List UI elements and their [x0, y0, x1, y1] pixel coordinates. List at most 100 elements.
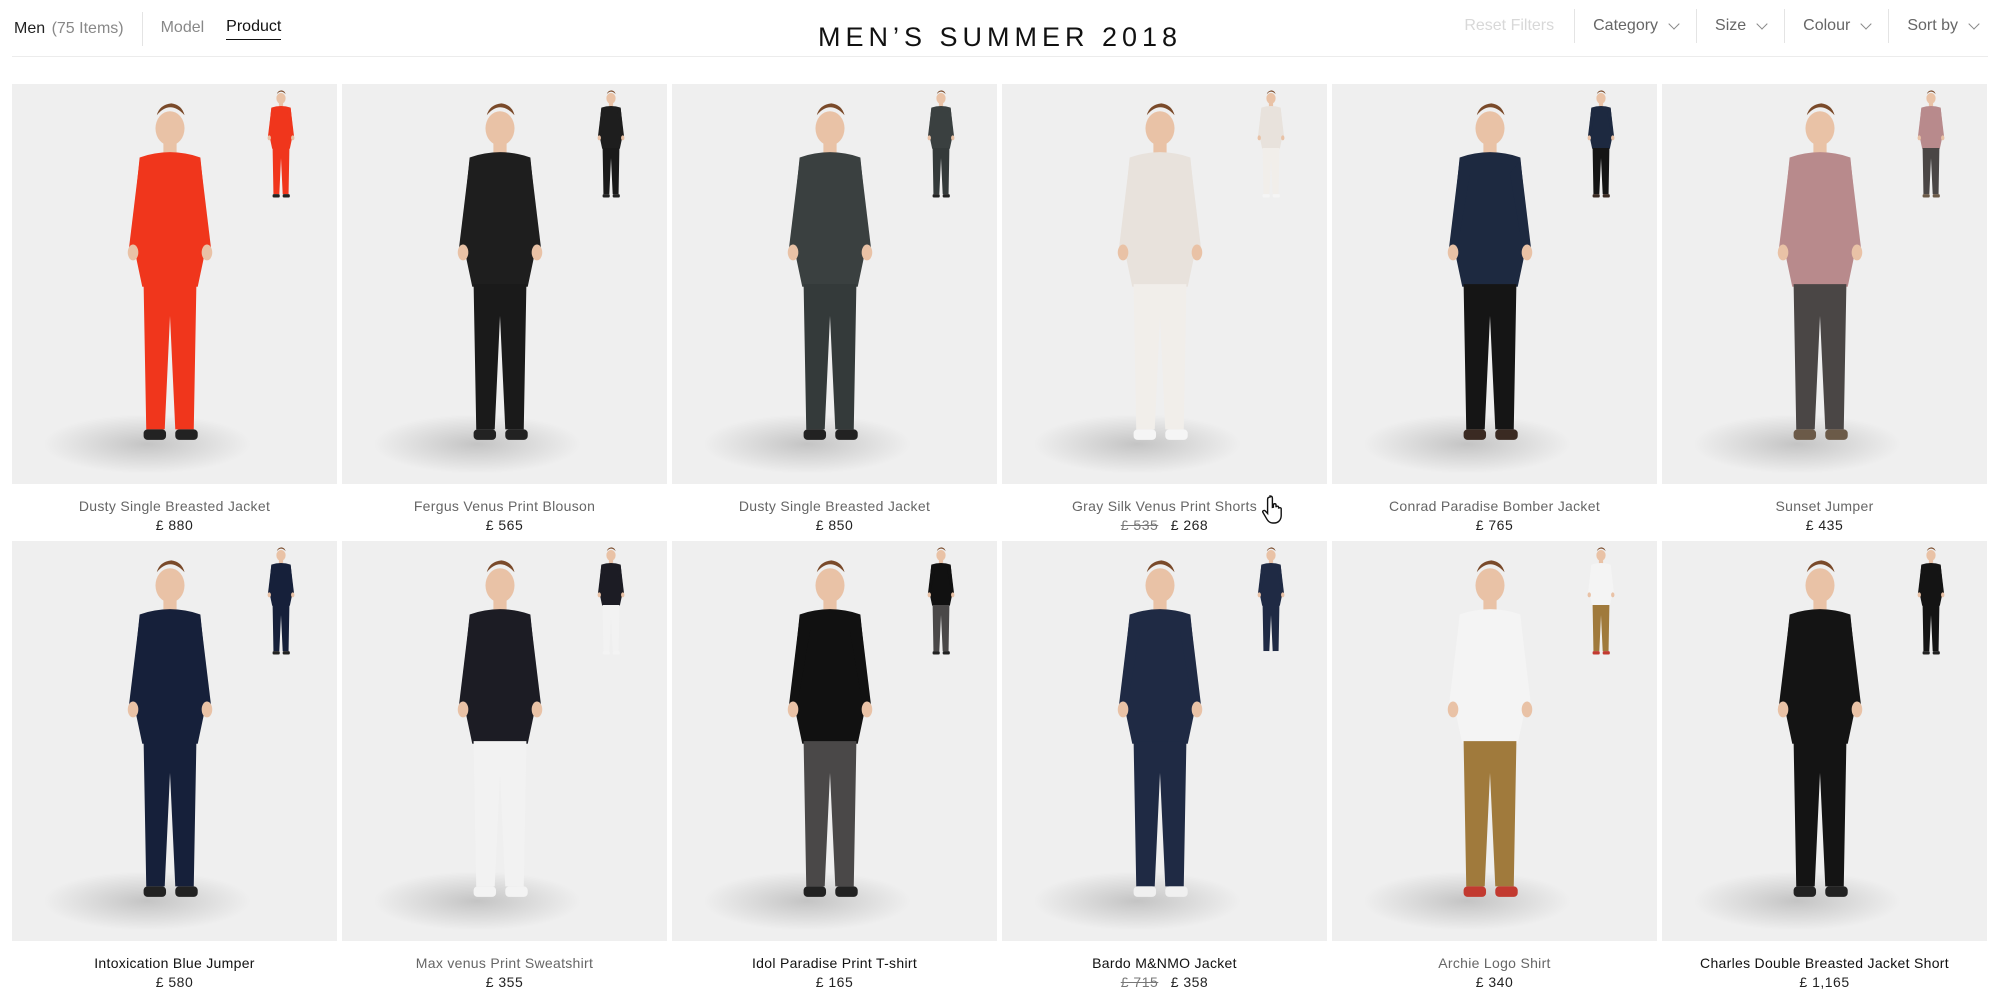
product-card[interactable]: Bardo M&NMO Jacket £ 715 £ 358	[1002, 541, 1327, 998]
chevron-down-icon	[1860, 17, 1872, 30]
product-image[interactable]	[1662, 84, 1987, 484]
model-back-view-thumbnail	[1910, 90, 1952, 213]
model-back-view-thumbnail	[260, 547, 302, 670]
sort-by-dropdown[interactable]: Sort by	[1889, 17, 1980, 35]
filter-bar: Reset Filters Category Size Colour Sort …	[1464, 8, 1980, 44]
product-image[interactable]	[1332, 541, 1657, 941]
product-name[interactable]: Charles Double Breasted Jacket Short	[1662, 955, 1987, 971]
product-meta: Charles Double Breasted Jacket Short £ 1…	[1662, 941, 1987, 990]
sale-price: £ 358	[1170, 974, 1209, 990]
product-price: £ 715 £ 358	[1002, 974, 1327, 990]
product-price: £ 435	[1662, 517, 1987, 533]
model-figure	[434, 102, 566, 477]
product-price: £ 340	[1332, 974, 1657, 990]
product-image[interactable]	[1332, 84, 1657, 484]
sale-price: £ 765	[1475, 517, 1514, 533]
product-image[interactable]	[12, 541, 337, 941]
size-filter-dropdown[interactable]: Size	[1697, 17, 1784, 35]
model-figure	[764, 102, 896, 477]
product-name[interactable]: Dusty Single Breasted Jacket	[12, 498, 337, 514]
model-figure	[1094, 559, 1226, 934]
product-name[interactable]: Max venus Print Sweatshirt	[342, 955, 667, 971]
model-figure	[1754, 559, 1886, 934]
model-figure	[104, 102, 236, 477]
model-back-view-thumbnail	[260, 90, 302, 213]
product-card[interactable]: Charles Double Breasted Jacket Short £ 1…	[1662, 541, 1987, 998]
product-image[interactable]	[672, 84, 997, 484]
header-divider	[12, 56, 1988, 57]
product-name[interactable]: Conrad Paradise Bomber Jacket	[1332, 498, 1657, 514]
model-figure	[1754, 102, 1886, 477]
category-filter-label: Category	[1593, 17, 1659, 34]
model-figure	[1424, 102, 1556, 477]
model-figure	[1424, 559, 1556, 934]
sale-price: £ 355	[485, 974, 524, 990]
product-image[interactable]	[1002, 84, 1327, 484]
product-price: £ 765	[1332, 517, 1657, 533]
product-card[interactable]: Idol Paradise Print T-shirt £ 165	[672, 541, 997, 998]
product-meta: Intoxication Blue Jumper £ 580	[12, 941, 337, 990]
product-meta: Dusty Single Breasted Jacket £ 850	[672, 484, 997, 533]
model-back-view-thumbnail	[590, 547, 632, 670]
model-back-view-thumbnail	[1250, 90, 1292, 213]
model-back-view-thumbnail	[1250, 547, 1292, 670]
product-image[interactable]	[672, 541, 997, 941]
product-image[interactable]	[342, 84, 667, 484]
product-card[interactable]: Max venus Print Sweatshirt £ 355	[342, 541, 667, 998]
chevron-down-icon	[1756, 17, 1768, 30]
product-image[interactable]	[342, 541, 667, 941]
model-figure	[764, 559, 896, 934]
size-filter-label: Size	[1715, 17, 1747, 34]
product-name[interactable]: Dusty Single Breasted Jacket	[672, 498, 997, 514]
product-meta: Dusty Single Breasted Jacket £ 880	[12, 484, 337, 533]
model-back-view-thumbnail	[1580, 90, 1622, 213]
product-price: £ 580	[12, 974, 337, 990]
product-card[interactable]: Dusty Single Breasted Jacket £ 880	[12, 84, 337, 541]
sale-price: £ 580	[155, 974, 194, 990]
product-name[interactable]: Archie Logo Shirt	[1332, 955, 1657, 971]
original-price: £ 715	[1120, 974, 1159, 990]
product-grid: Dusty Single Breasted Jacket £ 880 Fergu…	[12, 84, 1990, 998]
sale-price: £ 165	[815, 974, 854, 990]
colour-filter-label: Colour	[1803, 17, 1851, 34]
product-meta: Max venus Print Sweatshirt £ 355	[342, 941, 667, 990]
product-card[interactable]: Conrad Paradise Bomber Jacket £ 765	[1332, 84, 1657, 541]
product-card[interactable]: Intoxication Blue Jumper £ 580	[12, 541, 337, 998]
product-name[interactable]: Idol Paradise Print T-shirt	[672, 955, 997, 971]
sort-by-label: Sort by	[1907, 17, 1958, 34]
product-meta: Idol Paradise Print T-shirt £ 165	[672, 941, 997, 990]
product-price: £ 165	[672, 974, 997, 990]
sale-price: £ 268	[1170, 517, 1209, 533]
product-card[interactable]: Sunset Jumper £ 435	[1662, 84, 1987, 541]
product-meta: Fergus Venus Print Blouson £ 565	[342, 484, 667, 533]
product-price: £ 850	[672, 517, 997, 533]
product-meta: Bardo M&NMO Jacket £ 715 £ 358	[1002, 941, 1327, 990]
category-filter-dropdown[interactable]: Category	[1575, 17, 1696, 35]
colour-filter-dropdown[interactable]: Colour	[1785, 17, 1888, 35]
model-figure	[1094, 102, 1226, 477]
chevron-down-icon	[1668, 17, 1680, 30]
sale-price: £ 340	[1475, 974, 1514, 990]
product-name[interactable]: Intoxication Blue Jumper	[12, 955, 337, 971]
reset-filters-button[interactable]: Reset Filters	[1464, 17, 1554, 35]
product-meta: Archie Logo Shirt £ 340	[1332, 941, 1657, 990]
sale-price: £ 880	[155, 517, 194, 533]
product-meta: Conrad Paradise Bomber Jacket £ 765	[1332, 484, 1657, 533]
product-name[interactable]: Sunset Jumper	[1662, 498, 1987, 514]
product-name[interactable]: Bardo M&NMO Jacket	[1002, 955, 1327, 971]
sale-price: £ 1,165	[1799, 974, 1850, 990]
product-price: £ 1,165	[1662, 974, 1987, 990]
model-back-view-thumbnail	[1910, 547, 1952, 670]
product-card[interactable]: Archie Logo Shirt £ 340	[1332, 541, 1657, 998]
product-card[interactable]: Fergus Venus Print Blouson £ 565	[342, 84, 667, 541]
model-back-view-thumbnail	[920, 547, 962, 670]
hand-cursor-icon	[1262, 495, 1282, 524]
product-name[interactable]: Fergus Venus Print Blouson	[342, 498, 667, 514]
model-back-view-thumbnail	[920, 90, 962, 213]
product-image[interactable]	[12, 84, 337, 484]
product-image[interactable]	[1662, 541, 1987, 941]
product-card[interactable]: Gray Silk Venus Print Shorts £ 535 £ 268	[1002, 84, 1327, 541]
product-image[interactable]	[1002, 541, 1327, 941]
sale-price: £ 850	[815, 517, 854, 533]
product-card[interactable]: Dusty Single Breasted Jacket £ 850	[672, 84, 997, 541]
